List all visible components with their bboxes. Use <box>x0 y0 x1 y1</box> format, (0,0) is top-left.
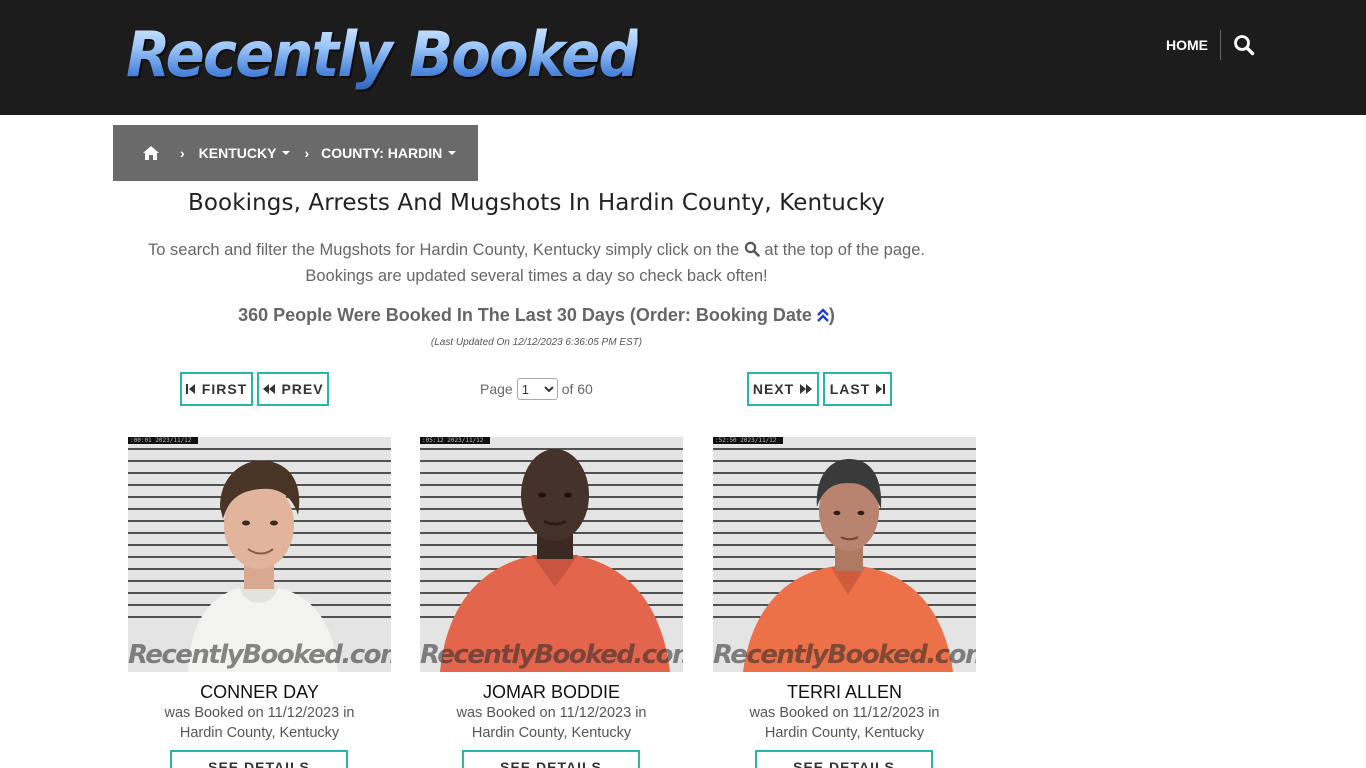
breadcrumb-county-label: COUNTY: HARDIN <box>321 145 443 161</box>
search-icon <box>744 239 760 257</box>
booking-location-text: Hardin County, Kentucky <box>471 725 632 741</box>
home-icon[interactable] <box>142 145 160 161</box>
caret-down-icon <box>282 151 291 155</box>
next-page-label: NEXT <box>752 381 795 397</box>
breadcrumb: › KENTUCKY › COUNTY: HARDIN <box>113 125 478 181</box>
site-logo[interactable]: Recently Booked <box>126 14 640 96</box>
person-name[interactable]: CONNER DAY <box>128 682 391 703</box>
see-details-button[interactable]: SEE DETAILS <box>462 750 640 768</box>
step-backward-icon <box>185 384 195 394</box>
page-title: Bookings, Arrests And Mugshots In Hardin… <box>187 190 886 216</box>
mugshot-image[interactable]: :05:12 2023/11/12 RecentlyBooked.com <box>420 437 683 672</box>
nav-home-link[interactable]: HOME <box>1160 35 1214 55</box>
mugshot-timestamp: :52:50 2023/11/12 <box>713 437 783 444</box>
backward-icon <box>263 384 276 394</box>
watermark: RecentlyBooked.com <box>128 640 391 670</box>
last-page-label: LAST <box>829 381 871 397</box>
intro-line2: Bookings are updated several times a day… <box>305 267 768 285</box>
logo-text: Recently Booked <box>126 14 640 96</box>
intro-part1: To search and filter the Mugshots for Ha… <box>148 241 740 259</box>
first-page-label: FIRST <box>201 381 248 397</box>
breadcrumb-state-label: KENTUCKY <box>198 145 277 161</box>
booking-date-text: was Booked on 11/12/2023 in <box>164 705 355 721</box>
sort-order-icon[interactable] <box>817 307 829 323</box>
caret-down-icon <box>448 151 457 155</box>
booking-location-text: Hardin County, Kentucky <box>179 725 340 741</box>
mugshot-timestamp: :05:12 2023/11/12 <box>420 437 490 444</box>
booking-location-text: Hardin County, Kentucky <box>764 725 925 741</box>
person-name[interactable]: TERRI ALLEN <box>713 682 976 703</box>
booking-card: :00:01 2023/11/12 RecentlyBooked.com CON… <box>128 437 391 768</box>
page-selector: Page 1 of 60 <box>480 378 593 400</box>
forward-icon <box>800 384 813 394</box>
see-details-button[interactable]: SEE DETAILS <box>755 750 933 768</box>
booking-count-text: 360 People Were Booked In The Last 30 Da… <box>238 305 812 325</box>
mugshot-photo <box>713 437 976 672</box>
person-name[interactable]: JOMAR BODDIE <box>420 682 683 703</box>
watermark: RecentlyBooked.com <box>420 640 683 670</box>
breadcrumb-state-dropdown[interactable]: KENTUCKY <box>199 145 291 161</box>
last-updated: (Last Updated On 12/12/2023 6:36:05 PM E… <box>430 337 643 348</box>
booking-count-close: ) <box>828 305 835 325</box>
site-header: Recently Booked HOME <box>0 0 1366 115</box>
step-forward-icon <box>876 384 886 394</box>
booking-card: :52:50 2023/11/12 RecentlyBooked.com TER… <box>713 437 976 768</box>
booking-date-text: was Booked on 11/12/2023 in <box>749 705 940 721</box>
booking-date-text: was Booked on 11/12/2023 in <box>456 705 647 721</box>
chevron-right-icon: › <box>180 145 185 161</box>
mugshot-photo <box>420 437 683 672</box>
prev-page-label: PREV <box>281 381 324 397</box>
search-icon[interactable] <box>1233 34 1255 56</box>
booking-card: :05:12 2023/11/12 RecentlyBooked.com JOM… <box>420 437 683 768</box>
breadcrumb-county-dropdown[interactable]: COUNTY: HARDIN <box>321 145 457 161</box>
see-details-button[interactable]: SEE DETAILS <box>170 750 348 768</box>
intro-part2: at the top of the page. <box>764 241 925 259</box>
last-page-button[interactable]: LAST <box>823 372 892 406</box>
first-page-button[interactable]: FIRST <box>180 372 253 406</box>
page-select[interactable]: 1 <box>516 378 558 400</box>
booking-count: 360 People Were Booked In The Last 30 Da… <box>113 305 960 326</box>
chevron-right-icon: › <box>304 145 310 161</box>
mugshot-image[interactable]: :00:01 2023/11/12 RecentlyBooked.com <box>128 437 391 672</box>
next-page-button[interactable]: NEXT <box>747 372 819 406</box>
prev-page-button[interactable]: PREV <box>257 372 329 406</box>
page-label: Page <box>480 381 513 397</box>
mugshot-image[interactable]: :52:50 2023/11/12 RecentlyBooked.com <box>713 437 976 672</box>
page-of-label: of 60 <box>561 381 593 397</box>
mugshot-timestamp: :00:01 2023/11/12 <box>128 437 198 444</box>
watermark: RecentlyBooked.com <box>713 640 976 670</box>
intro-text: To search and filter the Mugshots for Ha… <box>113 237 960 289</box>
mugshot-photo <box>128 437 391 672</box>
nav-divider <box>1220 30 1221 60</box>
